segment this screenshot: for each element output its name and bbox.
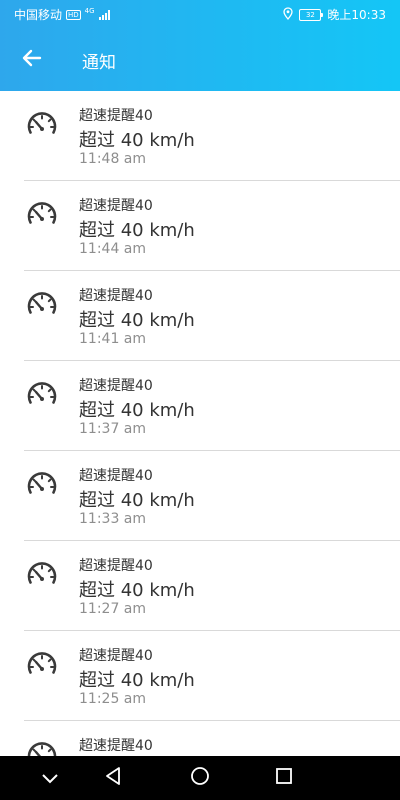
signal-icon xyxy=(98,9,110,20)
battery-level: 32 xyxy=(305,10,315,19)
clock: 晚上10:33 xyxy=(327,8,386,22)
notification-time: 11:41 am xyxy=(79,331,147,347)
notification-message: 超过 40 km/h xyxy=(79,310,195,331)
notification-item[interactable]: 超速提醒40 超过 40 km/h 11:25 am xyxy=(24,631,400,721)
speedometer-icon xyxy=(24,557,60,593)
location-icon xyxy=(283,6,294,23)
nav-recents-button[interactable] xyxy=(269,763,299,793)
speedometer-icon xyxy=(24,737,60,756)
notification-time: 11:25 am xyxy=(79,691,147,707)
notification-message: 超过 40 km/h xyxy=(79,670,195,691)
speedometer-icon xyxy=(24,647,60,683)
notification-item[interactable]: 超速提醒40 超过 40 km/h 11:44 am xyxy=(24,181,400,271)
notification-title: 超速提醒40 xyxy=(79,288,153,304)
square-recents-icon xyxy=(275,767,293,789)
speedometer-icon xyxy=(24,377,60,413)
triangle-back-icon xyxy=(104,766,122,790)
battery-icon: 32 xyxy=(299,8,324,21)
notification-message: 超过 40 km/h xyxy=(79,400,195,421)
nav-back-button[interactable] xyxy=(98,763,128,793)
notification-title: 超速提醒40 xyxy=(79,468,153,484)
notification-message: 超过 40 km/h xyxy=(79,490,195,511)
app-bar: 通知 xyxy=(0,28,400,91)
speedometer-icon xyxy=(24,107,60,143)
status-right: 32 晚上10:33 xyxy=(283,6,386,23)
notification-item[interactable]: 超速提醒40 超过 40 km/h 11:33 am xyxy=(24,451,400,541)
speedometer-icon xyxy=(24,197,60,233)
status-bar: 中国移动 HD 4G 32 晚上10:33 xyxy=(0,0,400,28)
notification-title: 超速提醒40 xyxy=(79,648,153,664)
system-navigation-bar xyxy=(0,756,400,800)
notification-title: 超速提醒40 xyxy=(79,108,153,124)
hd-badge: HD xyxy=(66,9,81,20)
chevron-down-icon xyxy=(41,769,59,788)
notification-time: 11:27 am xyxy=(79,601,147,617)
notification-title: 超速提醒40 xyxy=(79,378,153,394)
speedometer-icon xyxy=(24,467,60,503)
arrow-left-icon xyxy=(22,49,42,71)
notification-time: 11:44 am xyxy=(79,241,147,257)
notification-item[interactable]: 超速提醒40 超过 40 km/h 11:27 am xyxy=(24,541,400,631)
notification-item[interactable]: 超速提醒40 超过 40 km/h 11:37 am xyxy=(24,361,400,451)
notification-time: 11:33 am xyxy=(79,511,147,527)
network-type: 4G xyxy=(84,6,95,15)
notification-item[interactable]: 超速提醒40 超过 40 km/h 11:41 am xyxy=(24,271,400,361)
speedometer-icon xyxy=(24,287,60,323)
back-button[interactable] xyxy=(12,40,52,80)
notification-message: 超过 40 km/h xyxy=(79,220,195,241)
carrier-name: 中国移动 xyxy=(14,8,63,22)
notification-title: 超速提醒40 xyxy=(79,738,153,754)
notification-title: 超速提醒40 xyxy=(79,558,153,574)
header: 中国移动 HD 4G 32 晚上10:33 通知 xyxy=(0,0,400,91)
status-left: 中国移动 HD 4G xyxy=(14,6,110,23)
notification-item[interactable]: 超速提醒40 超过 40 km/h 11:48 am xyxy=(24,91,400,181)
page-title: 通知 xyxy=(82,53,116,73)
notification-time: 11:48 am xyxy=(79,151,147,167)
notification-message: 超过 40 km/h xyxy=(79,580,195,601)
notification-title: 超速提醒40 xyxy=(79,198,153,214)
circle-home-icon xyxy=(190,766,210,790)
notification-time: 11:37 am xyxy=(79,421,147,437)
hide-nav-button[interactable] xyxy=(35,763,65,793)
nav-home-button[interactable] xyxy=(185,763,215,793)
notification-message: 超过 40 km/h xyxy=(79,130,195,151)
notification-item[interactable]: 超速提醒40 xyxy=(24,721,400,756)
notification-list: 超速提醒40 超过 40 km/h 11:48 am 超速提醒40 超过 40 … xyxy=(0,91,400,756)
